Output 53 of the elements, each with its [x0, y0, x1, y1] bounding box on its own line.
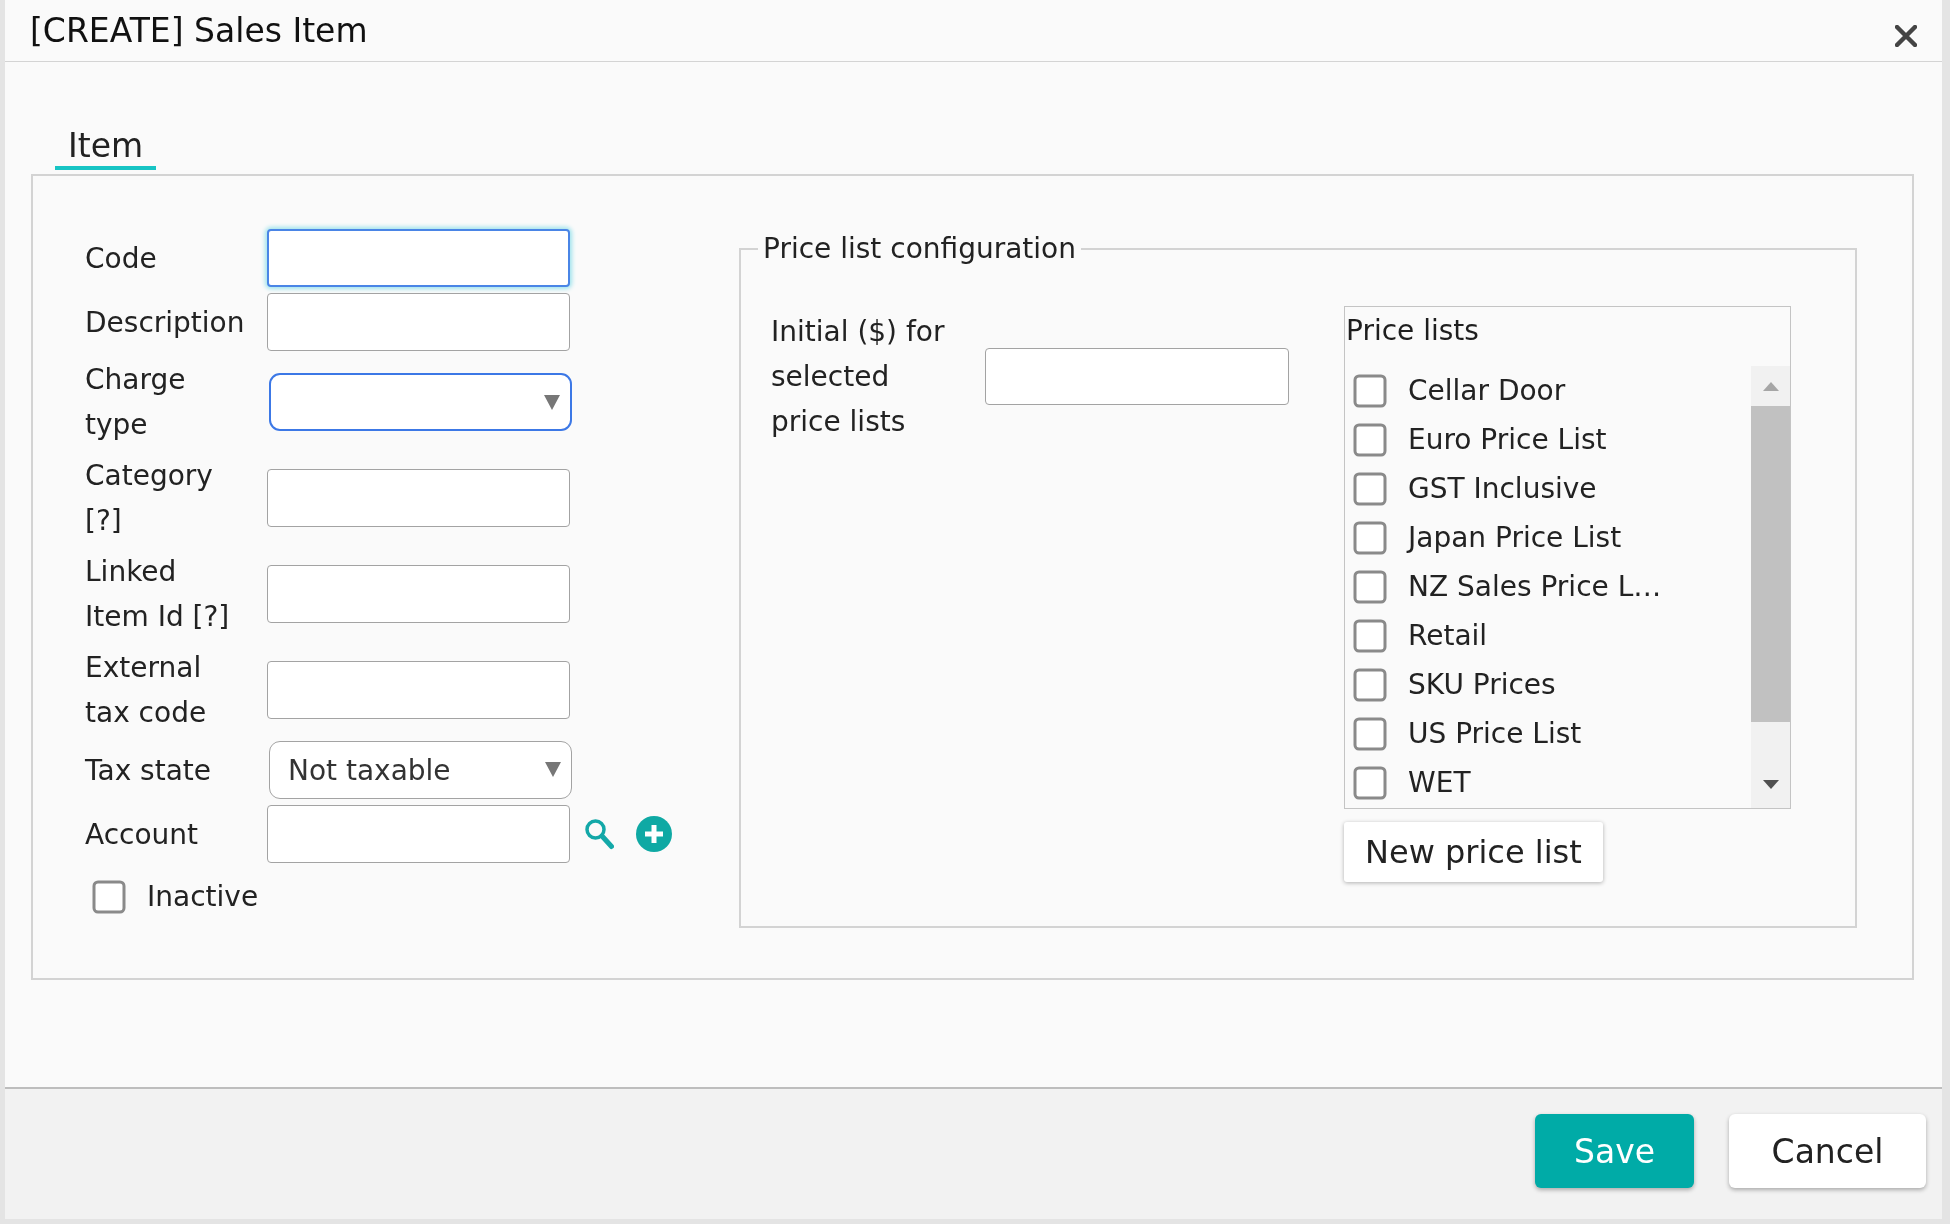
checkbox-label[interactable]: US Price List [1408, 713, 1582, 754]
checkbox[interactable] [1353, 422, 1387, 457]
field-label: Account [85, 816, 200, 853]
checkbox[interactable] [1353, 520, 1387, 555]
text-field[interactable] [267, 229, 570, 287]
list-title: Price lists [1345, 313, 1479, 349]
dialog-title: [CREATE] Sales Item [30, 10, 368, 51]
checkbox[interactable] [1353, 471, 1387, 506]
field-label: Linked Item Id [?] [85, 554, 231, 635]
checkbox[interactable] [1353, 373, 1387, 408]
scroll-down-icon[interactable] [1762, 780, 1779, 789]
text-field[interactable] [267, 293, 570, 351]
new-price-list-button[interactable]: New price list [1344, 822, 1603, 882]
add-icon[interactable] [636, 816, 672, 852]
checkbox-label[interactable]: SKU Prices [1408, 664, 1556, 705]
checkbox-label[interactable]: Inactive [147, 877, 259, 917]
dropdown[interactable]: Not taxable [269, 741, 572, 799]
tab[interactable]: Item [55, 126, 157, 170]
checkbox-label[interactable]: Euro Price List [1408, 419, 1607, 460]
checkbox-label[interactable]: WET [1408, 762, 1471, 803]
scrollbar-thumb[interactable] [1751, 406, 1790, 722]
text-field[interactable] [267, 565, 570, 623]
checkbox[interactable] [1353, 569, 1387, 604]
checkbox-label[interactable]: Retail [1408, 615, 1488, 656]
text-field[interactable] [267, 805, 570, 863]
close-icon[interactable] [1895, 24, 1917, 47]
text-field[interactable] [267, 469, 570, 527]
checkbox-label[interactable]: NZ Sales Price L… [1408, 566, 1662, 607]
search-icon[interactable] [584, 818, 614, 850]
checkbox-label[interactable]: Cellar Door [1408, 370, 1566, 411]
field-label: External tax code [85, 650, 208, 731]
checkbox[interactable] [92, 880, 126, 914]
checkbox[interactable] [1353, 765, 1387, 800]
field-label: Charge type [85, 362, 187, 443]
dropdown[interactable] [269, 373, 572, 431]
scroll-up-icon[interactable] [1762, 382, 1779, 391]
scrollbar[interactable] [1751, 366, 1790, 808]
checkbox[interactable] [1353, 667, 1387, 702]
checkbox-label[interactable]: GST Inclusive [1408, 468, 1597, 509]
checkbox[interactable] [1353, 716, 1387, 751]
caret-icon [544, 395, 560, 410]
field-label: Code [85, 240, 158, 277]
field-label: Category [?] [85, 458, 214, 539]
text-field[interactable] [267, 661, 570, 719]
text-field[interactable] [985, 348, 1289, 405]
checkbox-label[interactable]: Japan Price List [1408, 517, 1622, 558]
field-label: Initial ($) for selected price lists [771, 314, 946, 440]
caret-icon [545, 762, 561, 777]
checkbox[interactable] [1353, 618, 1387, 653]
field-label: Tax state [85, 752, 213, 789]
cancel-button[interactable]: Cancel [1729, 1114, 1926, 1188]
field-label: Description [85, 304, 246, 341]
group-title: Price list configuration [762, 233, 1077, 265]
